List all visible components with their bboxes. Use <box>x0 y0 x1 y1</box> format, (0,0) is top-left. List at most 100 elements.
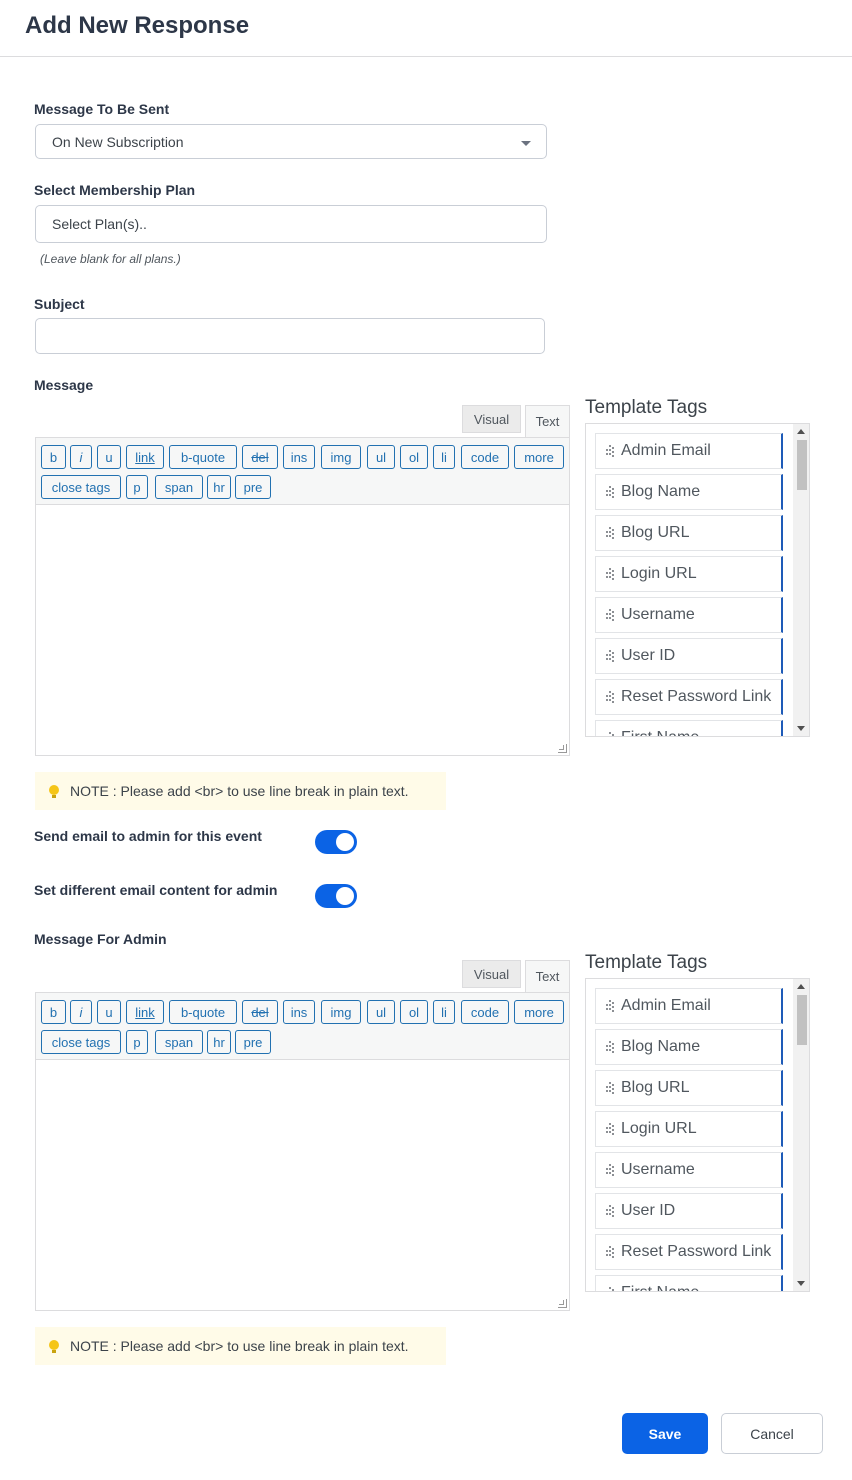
editor-button-u[interactable]: u <box>97 445 121 469</box>
editor-button-del[interactable]: del <box>242 1000 278 1024</box>
editor-toolbar: b i u link b-quote del ins img ul ol li code more clo… <box>36 438 569 505</box>
drag-handle-icon <box>606 1205 614 1217</box>
tab-text-admin[interactable]: Text <box>525 960 570 993</box>
membership-plan-input[interactable]: Select Plan(s).. <box>35 205 547 243</box>
template-tag-item[interactable]: Blog URL <box>595 515 783 551</box>
editor-button-i[interactable]: i <box>70 1000 92 1024</box>
template-tag-item[interactable]: User ID <box>595 638 783 674</box>
message-label: Message <box>34 377 94 393</box>
message-textarea[interactable] <box>36 505 569 755</box>
resize-handle-icon[interactable] <box>558 744 567 753</box>
template-tags-list[interactable]: First Name Reset Password Link User ID User… <box>585 423 810 737</box>
editor-button-li[interactable]: li <box>433 445 455 469</box>
editor-button-hr[interactable]: hr <box>207 475 231 499</box>
scroll-down-icon[interactable] <box>797 726 805 731</box>
cancel-button[interactable]: Cancel <box>721 1413 823 1454</box>
resize-handle-icon[interactable] <box>558 1299 567 1308</box>
message-editor: b i u link b-quote del ins img ul ol li code more clo… <box>35 437 570 756</box>
editor-button-close-tags[interactable]: close tags <box>41 475 121 499</box>
tab-visual-admin[interactable]: Visual <box>462 960 521 988</box>
scrollbar[interactable] <box>793 979 809 1291</box>
editor-button-b-quote[interactable]: b-quote <box>169 445 237 469</box>
template-tag-item[interactable]: Blog Name <box>595 474 783 510</box>
drag-handle-icon <box>606 732 614 736</box>
scroll-up-icon[interactable] <box>797 429 805 434</box>
membership-plan-placeholder: Select Plan(s).. <box>52 216 147 232</box>
scroll-thumb[interactable] <box>797 995 807 1045</box>
template-tag-item[interactable]: User ID <box>595 1193 783 1229</box>
tab-text[interactable]: Text <box>525 405 570 438</box>
drag-handle-icon <box>606 1246 614 1258</box>
editor-button-i[interactable]: i <box>70 445 92 469</box>
admin-message-label: Message For Admin <box>34 931 167 947</box>
template-tag-item[interactable]: First Name <box>595 720 783 736</box>
editor-button-ins[interactable]: ins <box>283 1000 315 1024</box>
editor-button-more[interactable]: more <box>514 445 564 469</box>
editor-button-code[interactable]: code <box>461 445 509 469</box>
drag-handle-icon <box>606 527 614 539</box>
editor-button-b[interactable]: b <box>41 445 66 469</box>
scroll-down-icon[interactable] <box>797 1281 805 1286</box>
send-admin-toggle[interactable] <box>315 830 357 854</box>
editor-button-b[interactable]: b <box>41 1000 66 1024</box>
editor-button-span[interactable]: span <box>155 1030 203 1054</box>
editor-button-ins[interactable]: ins <box>283 445 315 469</box>
template-tag-label: Login URL <box>621 1120 697 1137</box>
note-text: NOTE : Please add <br> to use line break… <box>70 783 409 799</box>
scrollbar[interactable] <box>793 424 809 736</box>
editor-button-ul[interactable]: ul <box>367 1000 395 1024</box>
editor-toolbar: b i u link b-quote del ins img ul ol li code more clo… <box>36 993 569 1060</box>
template-tag-item[interactable]: Username <box>595 597 783 633</box>
admin-message-editor: b i u link b-quote del ins img ul ol li code more clo… <box>35 992 570 1311</box>
diff-content-toggle[interactable] <box>315 884 357 908</box>
admin-message-textarea[interactable] <box>36 1060 569 1310</box>
editor-button-img[interactable]: img <box>321 445 361 469</box>
editor-button-ul[interactable]: ul <box>367 445 395 469</box>
lightbulb-icon <box>49 785 59 798</box>
editor-button-link[interactable]: link <box>126 1000 164 1024</box>
subject-label: Subject <box>34 296 85 312</box>
template-tag-item[interactable]: Blog Name <box>595 1029 783 1065</box>
scroll-up-icon[interactable] <box>797 984 805 989</box>
template-tag-item[interactable]: Reset Password Link <box>595 1234 783 1270</box>
template-tag-item[interactable]: Admin Email <box>595 988 783 1024</box>
editor-button-close-tags[interactable]: close tags <box>41 1030 121 1054</box>
editor-button-p[interactable]: p <box>126 1030 148 1054</box>
editor-button-b-quote[interactable]: b-quote <box>169 1000 237 1024</box>
editor-button-img[interactable]: img <box>321 1000 361 1024</box>
template-tag-item[interactable]: Username <box>595 1152 783 1188</box>
editor-button-p[interactable]: p <box>126 475 148 499</box>
editor-button-more[interactable]: more <box>514 1000 564 1024</box>
editor-button-pre[interactable]: pre <box>235 475 271 499</box>
template-tag-item[interactable]: Admin Email <box>595 433 783 469</box>
template-tag-item[interactable]: Login URL <box>595 1111 783 1147</box>
page-header: Add New Response <box>0 0 852 57</box>
editor-button-code[interactable]: code <box>461 1000 509 1024</box>
editor-button-ol[interactable]: ol <box>400 445 428 469</box>
editor-button-li[interactable]: li <box>433 1000 455 1024</box>
editor-button-u[interactable]: u <box>97 1000 121 1024</box>
template-tags-list-admin[interactable]: First Name Reset Password Link User ID User… <box>585 978 810 1292</box>
save-button[interactable]: Save <box>622 1413 708 1454</box>
editor-button-ol[interactable]: ol <box>400 1000 428 1024</box>
editor-button-span[interactable]: span <box>155 475 203 499</box>
editor-button-pre[interactable]: pre <box>235 1030 271 1054</box>
template-tag-item[interactable]: Blog URL <box>595 1070 783 1106</box>
template-tag-label: Blog Name <box>621 1038 701 1055</box>
editor-button-del[interactable]: del <box>242 445 278 469</box>
template-tag-item[interactable]: Reset Password Link <box>595 679 783 715</box>
tab-visual[interactable]: Visual <box>462 405 521 433</box>
scroll-thumb[interactable] <box>797 440 807 490</box>
template-tag-item[interactable]: Login URL <box>595 556 783 592</box>
template-tag-label: Reset Password Link <box>621 1243 772 1260</box>
template-tag-label: Username <box>621 1161 695 1178</box>
drag-handle-icon <box>606 1000 614 1012</box>
template-tags-title-admin: Template Tags <box>585 952 708 973</box>
editor-button-hr[interactable]: hr <box>207 1030 231 1054</box>
note-box-admin: NOTE : Please add <br> to use line break… <box>35 1327 446 1365</box>
template-tag-label: Admin Email <box>621 997 711 1014</box>
subject-input[interactable] <box>35 318 545 354</box>
template-tag-item[interactable]: First Name <box>595 1275 783 1291</box>
message-to-be-sent-select[interactable]: On New Subscription <box>35 124 547 159</box>
editor-button-link[interactable]: link <box>126 445 164 469</box>
